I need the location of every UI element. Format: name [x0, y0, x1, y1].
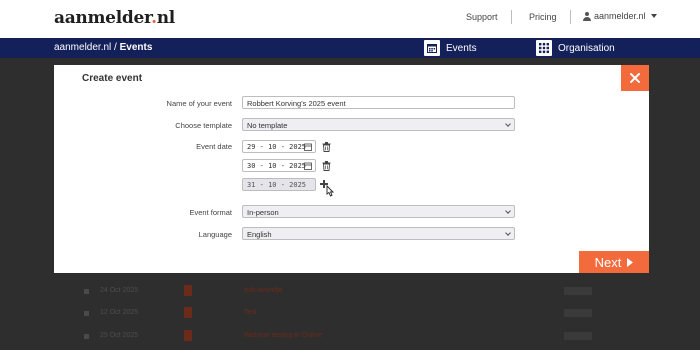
- table-row: 24 Oct 2025 Info-avondje: [54, 281, 649, 303]
- chevron-down-icon: [505, 230, 511, 236]
- name-label: Name of your event: [166, 99, 232, 108]
- format-select[interactable]: In-person: [242, 205, 515, 218]
- user-menu[interactable]: aanmelder.nl: [583, 11, 657, 21]
- calendar-icon: [424, 40, 440, 56]
- template-select[interactable]: No template: [242, 118, 515, 131]
- language-select[interactable]: English: [242, 227, 515, 240]
- status-bullet: [84, 289, 89, 294]
- date-value: 30 - 10 - 2025: [247, 162, 307, 170]
- template-value: No template: [247, 121, 288, 130]
- breadcrumb: aanmelder.nl / Events: [54, 42, 153, 53]
- row-name: Info-avondje: [244, 287, 283, 294]
- close-button[interactable]: [621, 65, 649, 91]
- row-date: 12 Oct 2025: [100, 309, 139, 316]
- date-input-2[interactable]: 30 - 10 - 2025: [242, 159, 316, 172]
- row-name: Webinar testing in Online: [244, 332, 323, 339]
- event-name-input[interactable]: Robbert Korving's 2025 event: [242, 96, 515, 109]
- table-row: 29 Oct 2025 Webinar testing in Online: [54, 326, 649, 348]
- flag-icon: [184, 307, 192, 318]
- row-date: 29 Oct 2025: [100, 332, 139, 339]
- date-value: 29 - 10 - 2025: [247, 143, 307, 151]
- modal-title: Create event: [82, 73, 143, 84]
- date-value: 31 - 10 - 2025: [247, 181, 307, 189]
- row-actions: [564, 309, 592, 317]
- flag-icon: [184, 285, 192, 296]
- nav-events-label: Events: [446, 42, 477, 54]
- next-button[interactable]: Next: [579, 251, 649, 273]
- breadcrumb-root[interactable]: aanmelder.nl: [54, 42, 111, 53]
- row-actions: [564, 287, 592, 295]
- support-link[interactable]: Support: [466, 12, 498, 22]
- breadcrumb-current: Events: [119, 42, 153, 53]
- status-bullet: [84, 311, 89, 316]
- format-value: In-person: [247, 208, 279, 217]
- user-name: aanmelder.nl: [594, 11, 646, 21]
- divider: [570, 10, 571, 24]
- flag-icon: [184, 330, 192, 341]
- nav-events[interactable]: Events: [424, 40, 477, 56]
- divider: [511, 10, 512, 24]
- format-label: Event format: [189, 208, 232, 217]
- chevron-down-icon: [505, 208, 511, 214]
- close-icon: [630, 73, 640, 83]
- row-actions: [564, 332, 592, 340]
- main-navbar: aanmelder.nl / Events Events Organisatio…: [0, 38, 700, 58]
- trash-icon[interactable]: [322, 161, 331, 171]
- row-date: 24 Oct 2025: [100, 287, 139, 294]
- date-label: Event date: [196, 142, 232, 151]
- arrow-right-icon: [627, 257, 634, 267]
- trash-icon[interactable]: [322, 142, 331, 152]
- user-icon: [583, 11, 591, 21]
- next-label: Next: [594, 254, 622, 270]
- status-bullet: [84, 334, 89, 339]
- template-label: Choose template: [175, 121, 232, 130]
- chevron-down-icon: [650, 14, 657, 18]
- add-date-icon[interactable]: [320, 179, 336, 197]
- top-header: aanmelder.nl Support Pricing aanmelder.n…: [0, 0, 700, 38]
- pricing-link[interactable]: Pricing: [529, 12, 557, 22]
- language-label: Language: [198, 230, 232, 239]
- language-value: English: [247, 230, 272, 239]
- nav-organisation[interactable]: Organisation: [536, 40, 615, 56]
- date-input-3[interactable]: 31 - 10 - 2025: [242, 178, 316, 191]
- grid-icon: [536, 40, 552, 56]
- row-name: Test: [244, 309, 257, 316]
- create-event-modal: Create event Name of your event Robbert …: [54, 65, 649, 273]
- calendar-icon[interactable]: [304, 143, 312, 151]
- logo[interactable]: aanmelder.nl: [54, 8, 175, 28]
- chevron-down-icon: [505, 121, 511, 127]
- nav-organisation-label: Organisation: [558, 42, 615, 54]
- calendar-icon[interactable]: [304, 162, 312, 170]
- date-input-1[interactable]: 29 - 10 - 2025: [242, 140, 316, 153]
- table-row: 12 Oct 2025 Test: [54, 303, 649, 325]
